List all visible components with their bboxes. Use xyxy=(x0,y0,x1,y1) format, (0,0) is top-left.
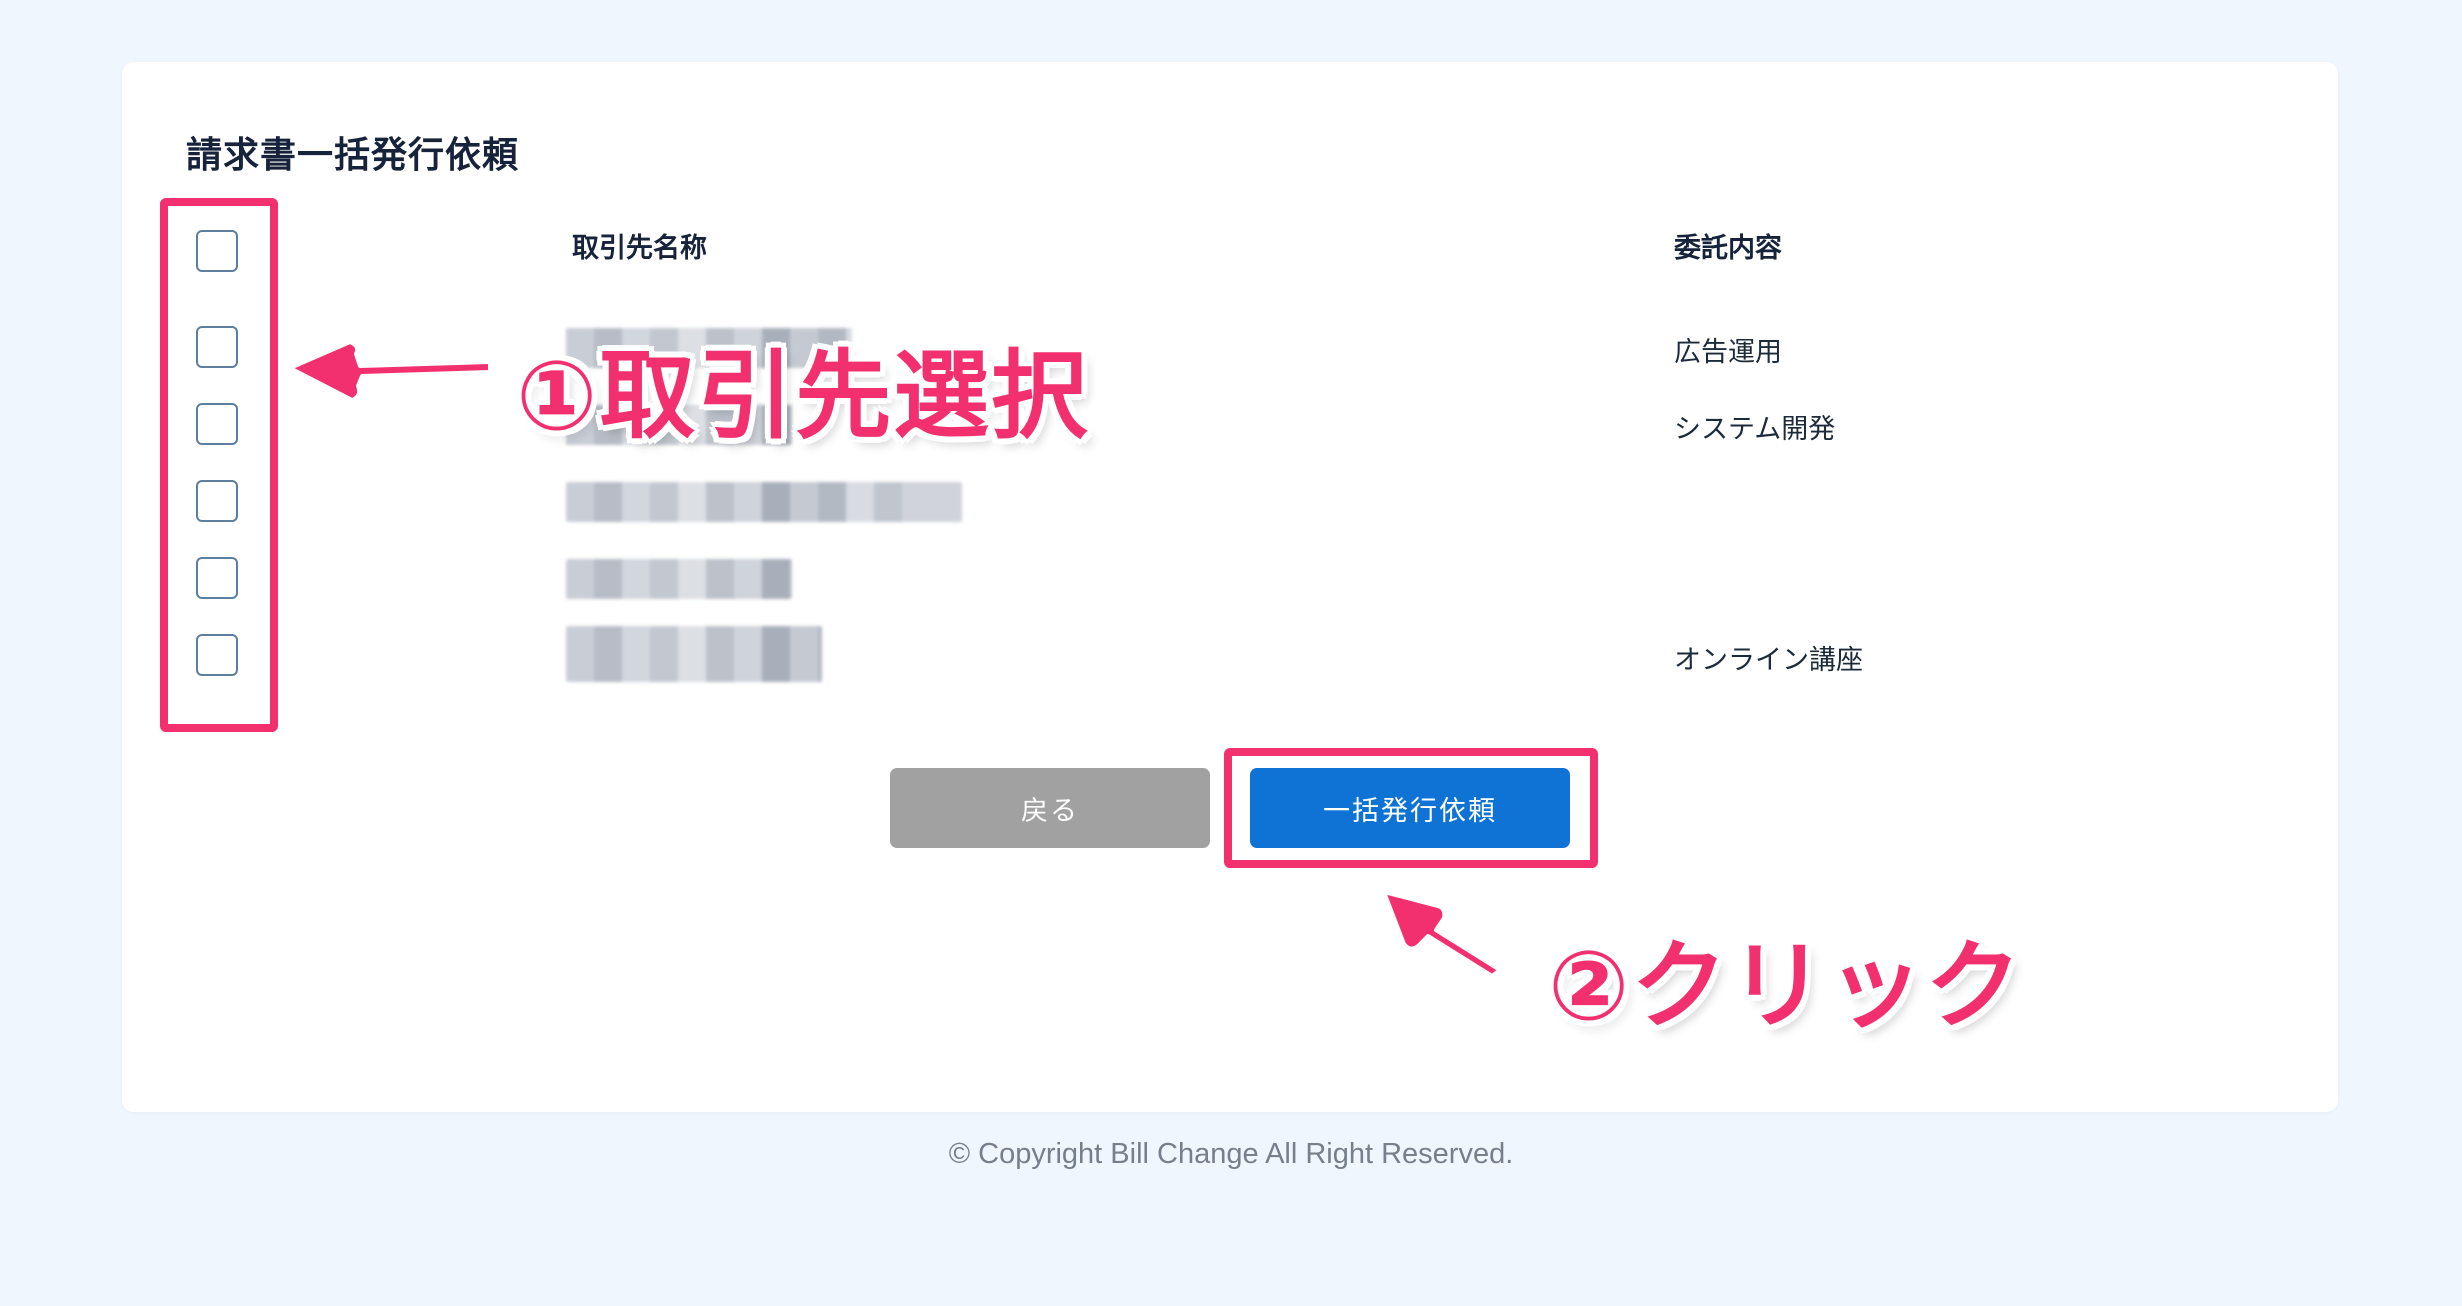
client-name-redacted xyxy=(566,559,792,599)
table-row: システム開発 xyxy=(0,403,2462,449)
client-name-redacted xyxy=(566,482,962,522)
table-row xyxy=(0,557,2462,603)
table-row: 広告運用 xyxy=(0,326,2462,372)
client-name-redacted xyxy=(566,626,822,682)
annotation-click: ②クリック xyxy=(1548,930,2024,1042)
content-text: システム開発 xyxy=(1674,414,1836,445)
footer-copyright: © Copyright Bill Change All Right Reserv… xyxy=(948,1138,1514,1170)
annotation-select-client: ①取引先選択 xyxy=(516,340,1090,452)
table-row: オンライン講座 xyxy=(0,626,2462,682)
content-text: オンライン講座 xyxy=(1674,645,1863,676)
page-title: 請求書一括発行依頼 xyxy=(186,135,520,176)
checkbox-highlight-frame xyxy=(160,198,278,732)
table-row xyxy=(0,480,2462,526)
content-text: 広告運用 xyxy=(1674,337,1782,368)
table-row-header-select xyxy=(0,230,2462,276)
back-button[interactable]: 戻る xyxy=(890,768,1210,848)
button-highlight-frame xyxy=(1224,748,1598,868)
